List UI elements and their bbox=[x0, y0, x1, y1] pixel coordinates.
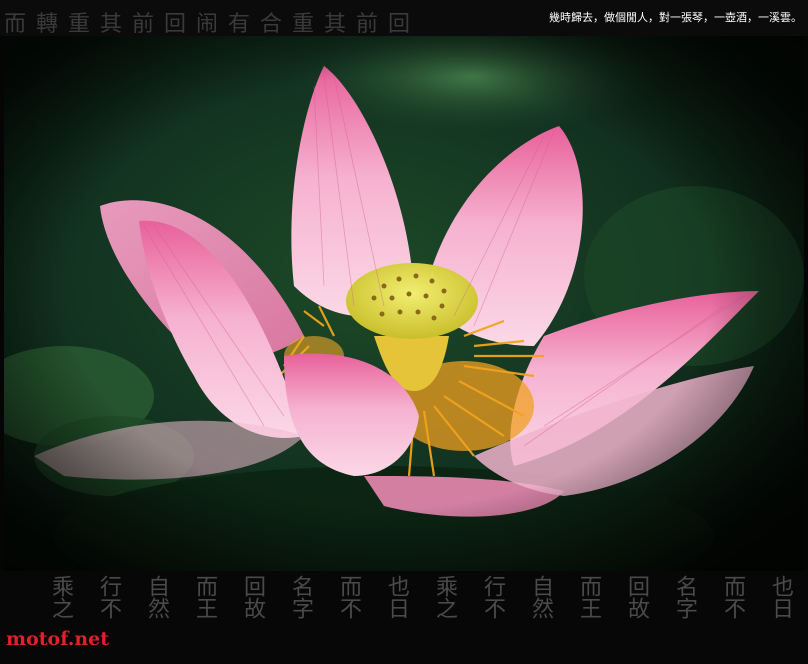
calligraphy-column: 而王 bbox=[576, 575, 601, 619]
bottom-calligraphy-band: 乘之 行不 自然 而王 回故 名字 而不 也日 乘之 行不 自然 而王 回故 名字 而不 也日 bbox=[0, 571, 808, 664]
calligraphy-column: 行不 bbox=[480, 575, 505, 619]
calligraphy-column: 乘之 bbox=[432, 575, 457, 619]
site-watermark: motof.net bbox=[6, 628, 110, 650]
calligraphy-column: 行不 bbox=[96, 575, 121, 619]
lotus-illustration bbox=[4, 36, 804, 571]
calligraphy-column: 而不 bbox=[336, 575, 361, 619]
calligraphy-column: 名字 bbox=[672, 575, 697, 619]
lotus-photo bbox=[4, 36, 804, 571]
calligraphy-column: 而不 bbox=[720, 575, 745, 619]
calligraphy-column: 而王 bbox=[192, 575, 217, 619]
photo-frame: 而轉重其前回闹有合重其前回 幾時歸去，做個閒人，對一張琴，一壺酒，一溪雲。 乘之… bbox=[0, 0, 808, 664]
calligraphy-column: 乘之 bbox=[48, 575, 73, 619]
calligraphy-column: 也日 bbox=[768, 575, 793, 619]
top-calligraphy-text: 而轉重其前回闹有合重其前回 bbox=[4, 12, 421, 36]
poem-caption: 幾時歸去，做個閒人，對一張琴，一壺酒，一溪雲。 bbox=[549, 11, 802, 24]
calligraphy-column: 自然 bbox=[528, 575, 553, 619]
calligraphy-column: 回故 bbox=[624, 575, 649, 619]
calligraphy-column: 回故 bbox=[240, 575, 265, 619]
calligraphy-column: 也日 bbox=[384, 575, 409, 619]
bottom-calligraphy: 乘之 行不 自然 而王 回故 名字 而不 也日 乘之 行不 自然 而王 回故 名字 而不 也日 bbox=[0, 571, 808, 664]
top-calligraphy-band: 而轉重其前回闹有合重其前回 幾時歸去，做個閒人，對一張琴，一壺酒，一溪雲。 bbox=[0, 0, 808, 36]
calligraphy-column: 自然 bbox=[144, 575, 169, 619]
calligraphy-column: 名字 bbox=[288, 575, 313, 619]
